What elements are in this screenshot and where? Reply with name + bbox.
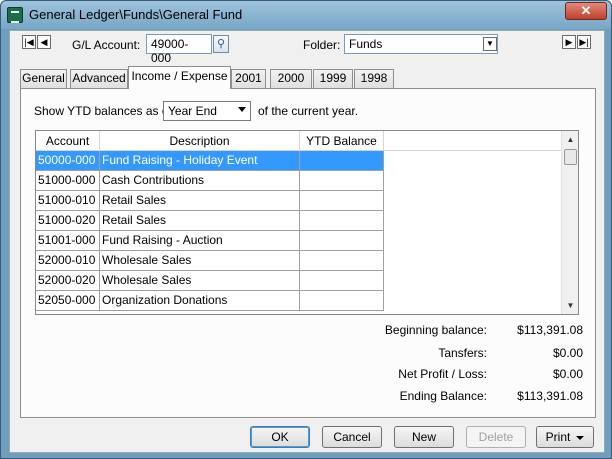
- column-header-account[interactable]: Account: [36, 131, 100, 151]
- cell-balance[interactable]: [300, 271, 384, 291]
- table-row[interactable]: 52000-020 Wholesale Sales: [36, 271, 384, 291]
- cell-account[interactable]: 52000-020: [36, 271, 100, 291]
- ytd-prefix-label: Show YTD balances as of: [34, 104, 172, 118]
- previous-record-button[interactable]: ◀: [37, 35, 51, 49]
- transfers-label: Tansfers:: [438, 346, 487, 360]
- tab-general[interactable]: General: [20, 69, 67, 88]
- ending-balance-label: Ending Balance:: [399, 389, 487, 403]
- cell-description[interactable]: Fund Raising - Auction: [100, 231, 300, 251]
- close-button[interactable]: ✕: [565, 2, 607, 20]
- account-lookup-button[interactable]: ⚲: [213, 35, 229, 53]
- cell-description[interactable]: Cash Contributions: [100, 171, 300, 191]
- accounts-grid[interactable]: Account Description YTD Balance 50000-00…: [35, 130, 579, 315]
- cell-description[interactable]: Wholesale Sales: [100, 271, 300, 291]
- chevron-down-icon: [576, 435, 585, 440]
- next-record-button[interactable]: ▶: [562, 35, 576, 49]
- cell-account[interactable]: 50000-000: [36, 151, 100, 171]
- scroll-down-icon[interactable]: ▼: [562, 297, 578, 314]
- table-row[interactable]: 50000-000 Fund Raising - Holiday Event: [36, 151, 384, 171]
- table-row[interactable]: 52000-010 Wholesale Sales: [36, 251, 384, 271]
- cell-description[interactable]: Retail Sales: [100, 211, 300, 231]
- chevron-down-icon[interactable]: ▼: [483, 37, 497, 51]
- beginning-balance-label: Beginning balance:: [384, 323, 487, 337]
- tab-2001[interactable]: 2001: [231, 69, 266, 88]
- window-title: General Ledger\Funds\General Fund: [29, 7, 243, 22]
- cell-balance[interactable]: [300, 251, 384, 271]
- cell-account[interactable]: 51000-010: [36, 191, 100, 211]
- cancel-button[interactable]: Cancel: [322, 426, 382, 448]
- cell-account[interactable]: 51001-000: [36, 231, 100, 251]
- folder-select[interactable]: Funds: [344, 34, 498, 54]
- cell-balance[interactable]: [300, 291, 384, 311]
- cell-account[interactable]: 51000-000: [36, 171, 100, 191]
- cell-description[interactable]: Organization Donations: [100, 291, 300, 311]
- ytd-suffix-label: of the current year.: [258, 104, 359, 118]
- net-profit-loss-value: $0.00: [552, 367, 583, 381]
- cell-description[interactable]: Wholesale Sales: [100, 251, 300, 271]
- cell-balance[interactable]: [300, 171, 384, 191]
- cell-account[interactable]: 52000-010: [36, 251, 100, 271]
- folder-label: Folder:: [303, 38, 341, 52]
- first-record-button[interactable]: |◀: [22, 35, 36, 49]
- table-row[interactable]: 51000-000 Cash Contributions: [36, 171, 384, 191]
- table-row[interactable]: 51001-000 Fund Raising - Auction: [36, 231, 384, 251]
- cell-balance[interactable]: [300, 231, 384, 251]
- tab-2000[interactable]: 2000: [270, 69, 312, 88]
- cell-account[interactable]: 51000-020: [36, 211, 100, 231]
- ending-balance-value: $113,391.08: [517, 389, 583, 403]
- print-button[interactable]: Print: [536, 426, 594, 448]
- delete-button[interactable]: Delete: [466, 426, 526, 448]
- new-button[interactable]: New: [394, 426, 454, 448]
- scroll-thumb[interactable]: [564, 149, 577, 165]
- tab-advanced[interactable]: Advanced: [70, 69, 128, 88]
- cell-description[interactable]: Retail Sales: [100, 191, 300, 211]
- beginning-balance-value: $113,391.08: [517, 323, 583, 337]
- cell-description[interactable]: Fund Raising - Holiday Event: [100, 151, 300, 171]
- income-expense-panel: Show YTD balances as of Year End of the …: [20, 88, 596, 418]
- net-profit-loss-label: Net Profit / Loss:: [398, 367, 487, 381]
- tab-income-expense[interactable]: Income / Expense: [128, 66, 231, 89]
- dialog-body: |◀ ◀ G/L Account: 49000-000 ⚲ Folder: Fu…: [9, 30, 605, 453]
- ledger-app-icon: [7, 7, 23, 23]
- grid-header: Account Description YTD Balance: [36, 131, 563, 151]
- cell-account[interactable]: 52050-000: [36, 291, 100, 311]
- cell-balance[interactable]: [300, 151, 384, 171]
- cell-balance[interactable]: [300, 191, 384, 211]
- window: General Ledger\Funds\General Fund ✕ |◀ ◀…: [0, 0, 612, 459]
- column-header-ytd-balance[interactable]: YTD Balance: [300, 131, 384, 151]
- title-bar[interactable]: General Ledger\Funds\General Fund ✕: [1, 1, 611, 29]
- last-record-button[interactable]: ▶|: [577, 35, 591, 49]
- column-header-description[interactable]: Description: [100, 131, 300, 151]
- tab-1998[interactable]: 1998: [354, 69, 394, 88]
- transfers-value: $0.00: [552, 346, 583, 360]
- cell-balance[interactable]: [300, 211, 384, 231]
- ytd-period-select[interactable]: Year End: [163, 101, 251, 121]
- table-row[interactable]: 51000-010 Retail Sales: [36, 191, 384, 211]
- ytd-period-value: Year End: [168, 104, 217, 118]
- search-icon: ⚲: [216, 38, 226, 50]
- table-row[interactable]: 51000-020 Retail Sales: [36, 211, 384, 231]
- tab-1999[interactable]: 1999: [313, 69, 353, 88]
- grid-scrollbar[interactable]: ▲ ▼: [561, 131, 578, 314]
- table-row[interactable]: 52050-000 Organization Donations: [36, 291, 384, 311]
- gl-account-label: G/L Account:: [72, 38, 141, 52]
- scroll-up-icon[interactable]: ▲: [562, 131, 578, 148]
- ok-button[interactable]: OK: [250, 426, 310, 448]
- print-button-label: Print: [545, 430, 571, 444]
- gl-account-field[interactable]: 49000-000: [146, 34, 212, 65]
- chevron-down-icon: [238, 107, 246, 112]
